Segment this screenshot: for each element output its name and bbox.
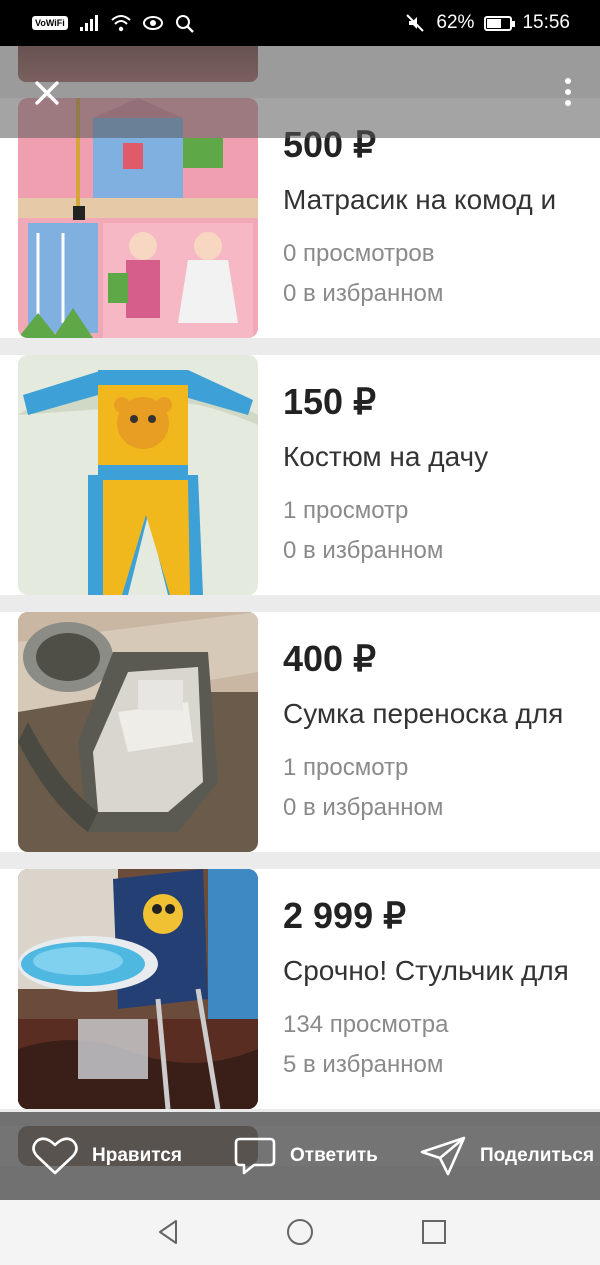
listing-favorites: 0 в избранном xyxy=(283,537,444,564)
more-dot xyxy=(565,100,571,106)
baby-carrier-bag-image xyxy=(18,612,258,852)
recents-icon[interactable] xyxy=(418,1216,450,1248)
comment-icon xyxy=(234,1137,276,1175)
overlay-header xyxy=(0,46,600,138)
status-bar: VoWiFi 62% 15:56 xyxy=(0,0,600,46)
clock: 15:56 xyxy=(522,12,570,33)
high-chair-image xyxy=(18,869,258,1109)
status-left: VoWiFi xyxy=(32,13,196,33)
listing-price: 150 ₽ xyxy=(283,381,376,422)
signal-icon xyxy=(79,15,98,31)
eye-icon xyxy=(142,16,163,30)
back-icon[interactable] xyxy=(152,1216,184,1248)
more-options-button[interactable] xyxy=(558,74,578,110)
battery-percent: 62% xyxy=(436,12,475,33)
listing-favorites: 0 в избранном xyxy=(283,280,444,307)
close-icon xyxy=(35,81,59,105)
listing-title: Сумка переноска для xyxy=(283,698,564,729)
like-label: Нравится xyxy=(92,1145,182,1166)
listing-card[interactable]: 400 ₽ Сумка переноска для 1 просмотр 0 в… xyxy=(0,612,600,852)
kids-bear-suit-image xyxy=(18,355,258,595)
reply-button[interactable]: Ответить xyxy=(234,1112,378,1200)
close-button[interactable] xyxy=(30,76,64,110)
reply-label: Ответить xyxy=(290,1145,378,1166)
listing-favorites: 5 в избранном xyxy=(283,1051,444,1078)
like-button[interactable]: Нравится xyxy=(32,1112,182,1200)
system-nav-bar xyxy=(0,1200,600,1265)
more-vertical-icon xyxy=(565,78,571,84)
status-right: 62% 15:56 xyxy=(404,12,570,34)
action-bar: Нравится Ответить Поделиться xyxy=(0,1112,600,1200)
vowifi-badge: VoWiFi xyxy=(32,16,68,30)
listing-title: Срочно! Стульчик для xyxy=(283,955,569,986)
listing-title: Матрасик на комод и xyxy=(283,184,557,215)
home-icon[interactable] xyxy=(284,1216,316,1248)
listing-price: 400 ₽ xyxy=(283,638,376,679)
search-icon xyxy=(175,15,194,33)
mute-icon xyxy=(406,14,425,32)
wifi-icon xyxy=(111,15,131,32)
more-dot xyxy=(565,89,571,95)
listing-views: 1 просмотр xyxy=(283,497,409,524)
listing-views: 134 просмотра xyxy=(283,1011,449,1038)
listing-card[interactable]: 2 999 ₽ Срочно! Стульчик для 134 просмот… xyxy=(0,869,600,1109)
share-button[interactable]: Поделиться xyxy=(420,1112,594,1200)
listing-views: 0 просмотров xyxy=(283,240,435,267)
listing-favorites: 0 в избранном xyxy=(283,794,444,821)
share-label: Поделиться xyxy=(480,1145,595,1166)
heart-icon xyxy=(32,1137,78,1175)
send-icon xyxy=(420,1136,466,1176)
battery-icon xyxy=(484,15,516,31)
listing-title: Костюм на дачу xyxy=(283,441,489,472)
listing-price: 2 999 ₽ xyxy=(283,895,406,936)
listing-views: 1 просмотр xyxy=(283,754,409,781)
listing-card[interactable]: 150 ₽ Костюм на дачу 1 просмотр 0 в избр… xyxy=(0,355,600,595)
